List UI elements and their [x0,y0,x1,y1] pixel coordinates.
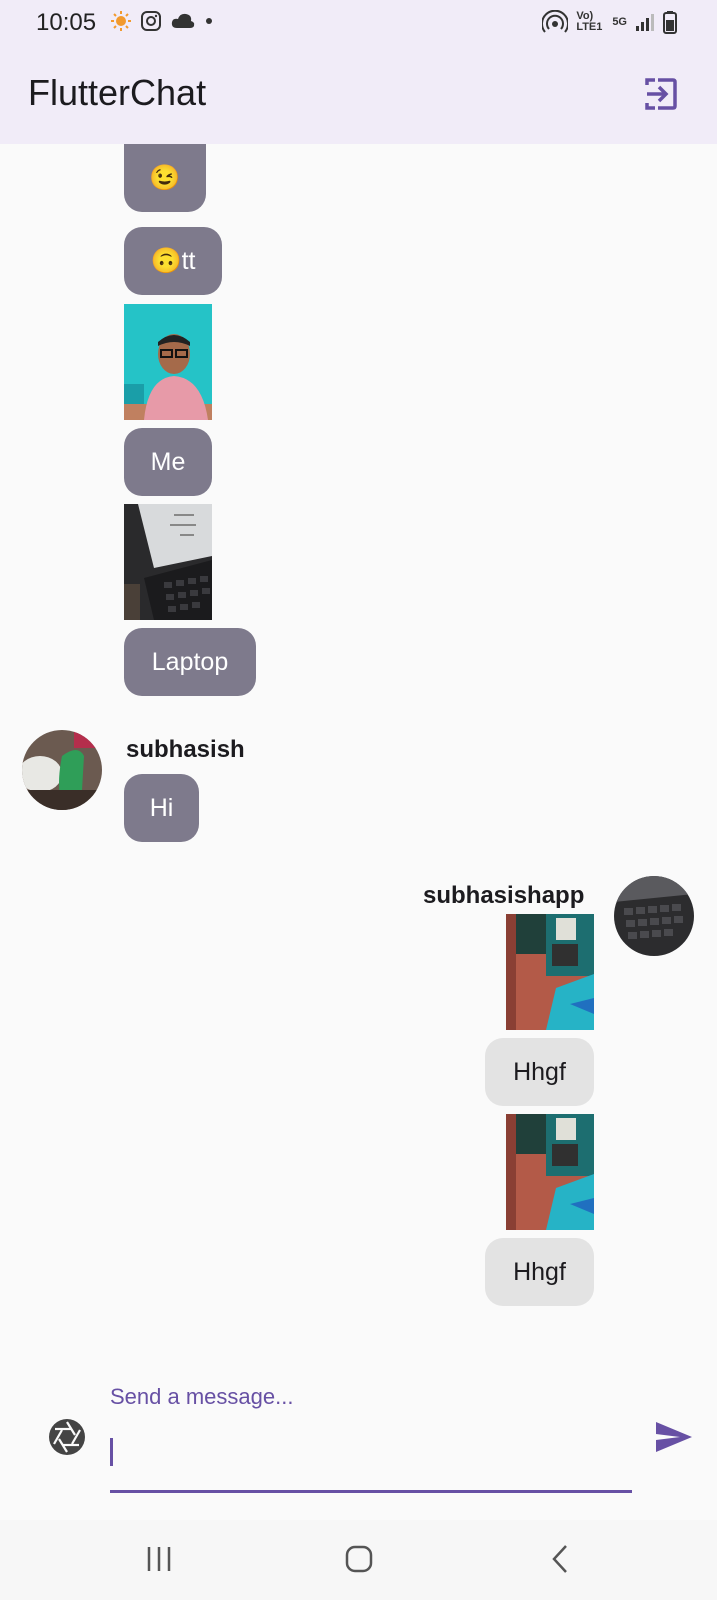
input-underline [110,1490,632,1493]
signal-icon [636,14,654,31]
logout-icon [645,78,677,110]
back-button[interactable] [550,1544,570,1579]
5g-icon: 5G [612,16,627,28]
avatar[interactable] [614,876,694,956]
back-icon [552,1545,567,1573]
status-right-icons: Vo) LTE1 5G [542,10,677,34]
battery-icon [663,11,677,34]
sender-name: subhasish [126,736,245,763]
status-time: 10:05 [36,9,97,36]
status-bar: 10:05 Vo) LTE1 5G [0,0,717,44]
message-bubble[interactable]: Me [124,428,212,496]
hotspot-icon [542,10,569,33]
send-icon [656,1422,692,1452]
selfie-photo [124,304,212,420]
recents-button[interactable] [146,1544,172,1579]
message-image[interactable] [506,914,594,1030]
home-icon [345,1545,373,1573]
cloud-icon [171,13,195,28]
user-avatar-image [614,876,694,956]
app-bar: FlutterChat [0,44,717,144]
laptop-photo [124,504,212,620]
recents-icon [147,1547,171,1571]
status-left-icons [110,10,214,32]
user-avatar-image [22,730,102,810]
room-photo [506,914,594,1030]
message-image[interactable] [506,1114,594,1230]
message-bubble[interactable]: 😉 [124,144,206,212]
message-bubble[interactable]: Hi [124,774,199,842]
instagram-icon [141,11,161,31]
dot-icon [206,18,212,24]
message-bubble[interactable]: 🙃tt [124,227,222,295]
logout-button[interactable] [643,76,679,112]
message-composer: Send a message... [0,1380,717,1520]
volte-icon: Vo) LTE1 [576,10,603,33]
text-cursor [110,1438,113,1466]
message-input[interactable] [110,1430,632,1474]
message-input-label: Send a message... [110,1384,294,1409]
message-bubble[interactable]: Hhgf [485,1238,594,1306]
message-bubble[interactable]: Laptop [124,628,256,696]
sender-name: subhasishapp [423,882,585,909]
home-button[interactable] [344,1544,374,1579]
app-title: FlutterChat [28,72,207,113]
message-image[interactable] [124,304,212,420]
message-image[interactable] [124,504,212,620]
sun-icon [111,11,131,31]
message-bubble[interactable]: Hhgf [485,1038,594,1106]
camera-button[interactable] [48,1418,86,1456]
room-photo [506,1114,594,1230]
send-button[interactable] [654,1420,694,1454]
camera-icon [49,1419,85,1455]
system-nav-bar [0,1520,717,1600]
avatar[interactable] [22,730,102,810]
